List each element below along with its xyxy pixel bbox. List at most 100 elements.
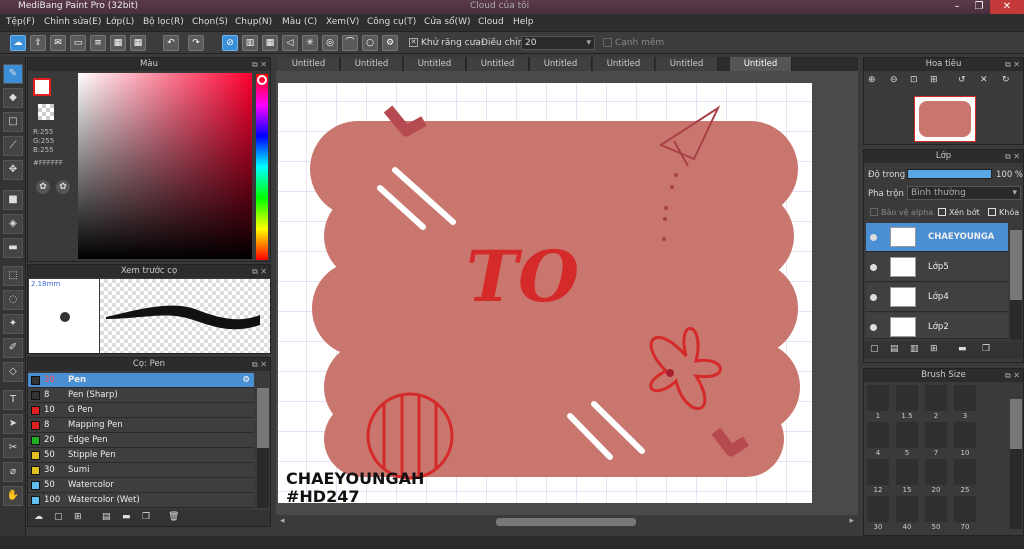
layer-row[interactable]: Lớp5 bbox=[866, 253, 1008, 282]
panel-expand-icon[interactable]: ⧉ ✕ bbox=[1005, 150, 1020, 163]
lasso-tool-icon[interactable]: ◌ bbox=[3, 290, 23, 310]
trash-icon[interactable]: 🗑 bbox=[168, 512, 179, 522]
brush-size-scrollbar[interactable] bbox=[1010, 399, 1022, 529]
menu-window[interactable]: Cửa sổ(W) bbox=[424, 17, 470, 27]
brush-row[interactable]: 20 Edge Pen bbox=[28, 433, 254, 448]
scroll-right-icon[interactable]: ▸ bbox=[849, 516, 854, 526]
brush-size-preset[interactable]: 20 bbox=[925, 459, 947, 494]
redo-icon[interactable]: ↷ bbox=[188, 35, 204, 51]
foreground-color-swatch[interactable] bbox=[33, 78, 51, 96]
duplicate-layer-icon[interactable]: ❐ bbox=[982, 344, 990, 354]
layer-row[interactable]: Lớp2 bbox=[866, 313, 1008, 339]
actual-size-icon[interactable]: ⊞ bbox=[930, 75, 938, 85]
rectangle-tool-icon[interactable]: □ bbox=[3, 112, 23, 132]
copy-icon[interactable]: ❐ bbox=[142, 512, 150, 522]
zoom-in-icon[interactable]: ⊕ bbox=[868, 75, 876, 85]
brush-row[interactable]: 50 Watercolor bbox=[28, 478, 254, 493]
canvas-area[interactable]: TO CHAEYOUNGAH #HD247 bbox=[276, 71, 858, 515]
scroll-thumb[interactable] bbox=[496, 518, 636, 526]
snap-perspective-icon[interactable]: ◁ bbox=[282, 35, 298, 51]
menu-layer[interactable]: Lớp(L) bbox=[106, 17, 134, 27]
panel-expand-icon[interactable]: ⧉ ✕ bbox=[252, 358, 267, 371]
maximize-button[interactable]: ❐ bbox=[966, 0, 992, 14]
tab-document[interactable]: Untitled bbox=[341, 57, 403, 71]
brush-row[interactable]: 10 G Pen bbox=[28, 403, 254, 418]
layer-row[interactable]: Lớp4 bbox=[866, 283, 1008, 312]
tab-document[interactable]: Untitled bbox=[593, 57, 655, 71]
cloud-brush-icon[interactable]: ☁ bbox=[34, 512, 43, 522]
menu-file[interactable]: Tệp(F) bbox=[6, 17, 35, 27]
brush-settings-icon[interactable]: ▤ bbox=[102, 512, 111, 522]
tab-document-active[interactable]: Untitled bbox=[730, 57, 792, 71]
brush-size-preset[interactable]: 25 bbox=[954, 459, 976, 494]
brush-list-scrollbar[interactable] bbox=[257, 388, 269, 508]
panel-expand-icon[interactable]: ⧉ ✕ bbox=[1005, 369, 1020, 382]
select-tool-icon[interactable]: ⬚ bbox=[3, 266, 23, 286]
brush-row[interactable]: 30 Sumi bbox=[28, 463, 254, 478]
adjust-select[interactable]: 20 ▾ bbox=[521, 36, 595, 50]
fit-icon[interactable]: ⊡ bbox=[910, 75, 918, 85]
comment-icon[interactable]: ▭ bbox=[70, 35, 86, 51]
add-brush-icon[interactable]: ⊞ bbox=[74, 512, 82, 522]
snap-radial-icon[interactable]: ✳ bbox=[302, 35, 318, 51]
rotate-right-icon[interactable]: ↻ bbox=[1002, 75, 1010, 85]
hand-tool-icon[interactable]: ✋ bbox=[3, 486, 23, 506]
fill-rect-tool-icon[interactable]: ■ bbox=[3, 190, 23, 210]
undo-icon[interactable]: ↶ bbox=[163, 35, 179, 51]
divide-tool-icon[interactable]: ✂ bbox=[3, 438, 23, 458]
snap-grid-icon[interactable]: ▦ bbox=[262, 35, 278, 51]
eye-icon[interactable] bbox=[870, 324, 877, 331]
hue-slider[interactable] bbox=[256, 74, 268, 260]
antialias-checkbox[interactable]: ✕ bbox=[409, 38, 418, 47]
chat-icon[interactable]: ✉ bbox=[50, 35, 66, 51]
eye-icon[interactable] bbox=[870, 264, 877, 271]
menu-select[interactable]: Chọn(S) bbox=[192, 17, 228, 27]
select-eraser-icon[interactable]: ◇ bbox=[3, 362, 23, 382]
eyedropper-tool-icon[interactable]: ⌀ bbox=[3, 462, 23, 482]
tab-document[interactable]: Untitled bbox=[656, 57, 718, 71]
menu-view[interactable]: Xem(V) bbox=[326, 17, 359, 27]
close-button[interactable]: ✕ bbox=[990, 0, 1024, 14]
background-color-swatch[interactable] bbox=[38, 104, 54, 120]
brush-size-preset[interactable]: 10 bbox=[954, 422, 976, 457]
brush-size-preset[interactable]: 1.5 bbox=[896, 385, 918, 420]
tab-document[interactable]: Untitled bbox=[530, 57, 592, 71]
rotate-left-icon[interactable]: ↺ bbox=[958, 75, 966, 85]
menu-filter[interactable]: Bộ lọc(R) bbox=[143, 17, 184, 27]
blend-select[interactable]: Bình thường ▾ bbox=[907, 186, 1021, 200]
brush-size-preset[interactable]: 5 bbox=[896, 422, 918, 457]
gallery-icon[interactable]: ▦ bbox=[110, 35, 126, 51]
snap-parallel-icon[interactable]: ▥ bbox=[242, 35, 258, 51]
eraser-tool-icon[interactable]: ◆ bbox=[3, 88, 23, 108]
snap-ellipse-icon[interactable]: ○ bbox=[362, 35, 378, 51]
panel-expand-icon[interactable]: ⧉ ✕ bbox=[1005, 58, 1020, 71]
magic-wand-icon[interactable]: ✦ bbox=[3, 314, 23, 334]
new-8bit-layer-icon[interactable]: ▥ bbox=[910, 344, 919, 354]
brush-size-preset[interactable]: 2 bbox=[925, 385, 947, 420]
eye-icon[interactable] bbox=[870, 294, 877, 301]
hue-handle[interactable] bbox=[257, 75, 267, 85]
brush-tool-icon[interactable]: ✎ bbox=[3, 64, 23, 84]
move-tool-icon[interactable]: ✥ bbox=[3, 160, 23, 180]
new-halftone-layer-icon[interactable]: ▤ bbox=[890, 344, 899, 354]
cloud-icon[interactable]: ☁ bbox=[10, 35, 26, 51]
clip-checkbox[interactable] bbox=[938, 208, 946, 216]
text-tool-icon[interactable]: T bbox=[3, 390, 23, 410]
reset-view-icon[interactable]: ✕ bbox=[980, 75, 988, 85]
palette-icon[interactable]: ✿ bbox=[36, 180, 50, 194]
horizontal-scrollbar[interactable]: ◂ ▸ bbox=[276, 515, 858, 529]
brush-size-preset[interactable]: 30 bbox=[867, 496, 889, 531]
grid-icon[interactable]: ▦ bbox=[130, 35, 146, 51]
brush-size-preset[interactable]: 3 bbox=[954, 385, 976, 420]
brush-row[interactable]: 8 Pen (Sharp) bbox=[28, 388, 254, 403]
tab-document[interactable]: Untitled bbox=[404, 57, 466, 71]
folder-icon[interactable]: ▬ bbox=[958, 344, 967, 354]
brush-size-preset[interactable]: 15 bbox=[896, 459, 918, 494]
gradient-tool-icon[interactable]: ▬ bbox=[3, 238, 23, 258]
tab-document[interactable]: Untitled bbox=[278, 57, 340, 71]
tab-document[interactable]: Untitled bbox=[467, 57, 529, 71]
share-icon[interactable]: ⇪ bbox=[30, 35, 46, 51]
snap-circle-icon[interactable]: ◎ bbox=[322, 35, 338, 51]
palette-add-icon[interactable]: ✿ bbox=[56, 180, 70, 194]
brush-row[interactable]: 50 Stipple Pen bbox=[28, 448, 254, 463]
